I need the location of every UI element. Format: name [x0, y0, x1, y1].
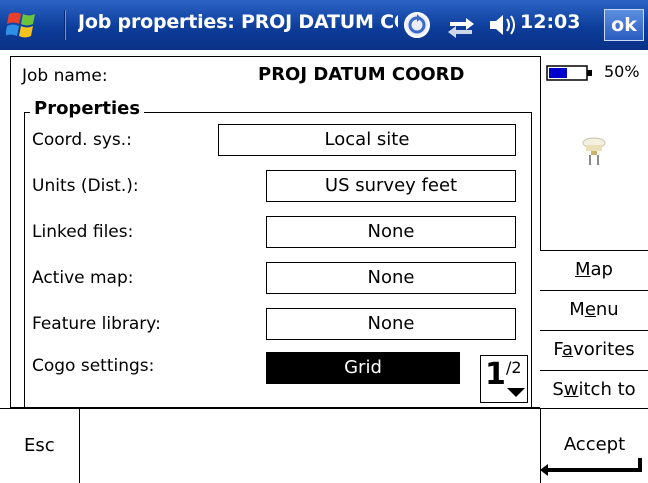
linked-files-button[interactable]: None: [266, 216, 516, 248]
ok-button[interactable]: ok: [604, 9, 644, 41]
job-name-value: PROJ DATUM COORD: [258, 64, 465, 85]
enter-key-icon: [540, 458, 642, 476]
units-dist-label: Units (Dist.):: [32, 176, 139, 196]
sync-status-icon[interactable]: [402, 10, 432, 40]
favorites-label-mnemonic: a: [562, 339, 574, 360]
window-title: Job properties: PROJ DATUM COORD: [78, 11, 398, 33]
properties-group-title: Properties: [30, 98, 145, 119]
gnss-receiver-icon[interactable]: [580, 136, 608, 166]
battery-percent: 50%: [604, 62, 640, 81]
menu-button[interactable]: Menu: [540, 290, 648, 330]
favorites-label-pre: F: [553, 339, 563, 360]
menu-label-mnemonic: e: [584, 299, 596, 320]
active-map-button[interactable]: None: [266, 262, 516, 294]
volume-icon[interactable]: [486, 10, 518, 40]
linked-files-label: Linked files:: [32, 222, 134, 242]
feature-library-button[interactable]: None: [266, 308, 516, 340]
units-dist-button[interactable]: US survey feet: [266, 170, 516, 202]
favorites-label-post: vorites: [573, 339, 635, 360]
battery-icon[interactable]: [546, 64, 594, 82]
cogo-settings-label: Cogo settings:: [32, 356, 155, 376]
page-selector[interactable]: 1 /2: [480, 355, 528, 403]
connectivity-icon[interactable]: [446, 10, 478, 40]
total-pages: /2: [506, 358, 522, 377]
title-bar: Job properties: PROJ DATUM COORD 12:03 o…: [0, 0, 648, 50]
favorites-button[interactable]: Favorites: [540, 330, 648, 370]
switch-to-button[interactable]: Switch to: [540, 370, 648, 408]
coord-sys-label: Coord. sys.:: [32, 130, 132, 150]
job-name-label: Job name:: [22, 66, 108, 86]
menu-label-pre: M: [569, 299, 585, 320]
switch-to-label-mnemonic: w: [563, 379, 579, 400]
switch-to-label-pre: S: [552, 379, 564, 400]
cogo-settings-button[interactable]: Grid: [266, 352, 460, 384]
current-page: 1: [485, 357, 506, 392]
coord-sys-button[interactable]: Local site: [218, 124, 516, 156]
feature-library-label: Feature library:: [32, 314, 161, 334]
esc-button[interactable]: Esc: [10, 408, 80, 483]
windows-start-icon[interactable]: [6, 8, 40, 42]
map-label-mnemonic: M: [575, 259, 591, 280]
clock[interactable]: 12:03: [520, 11, 580, 33]
page-down-arrow-icon[interactable]: [507, 388, 525, 397]
map-button[interactable]: Map: [540, 250, 648, 290]
switch-to-label-post: itch to: [578, 379, 636, 400]
active-map-label: Active map:: [32, 268, 134, 288]
title-separator: [64, 10, 66, 40]
menu-label-post: nu: [595, 299, 619, 320]
map-label-post: ap: [590, 259, 613, 280]
